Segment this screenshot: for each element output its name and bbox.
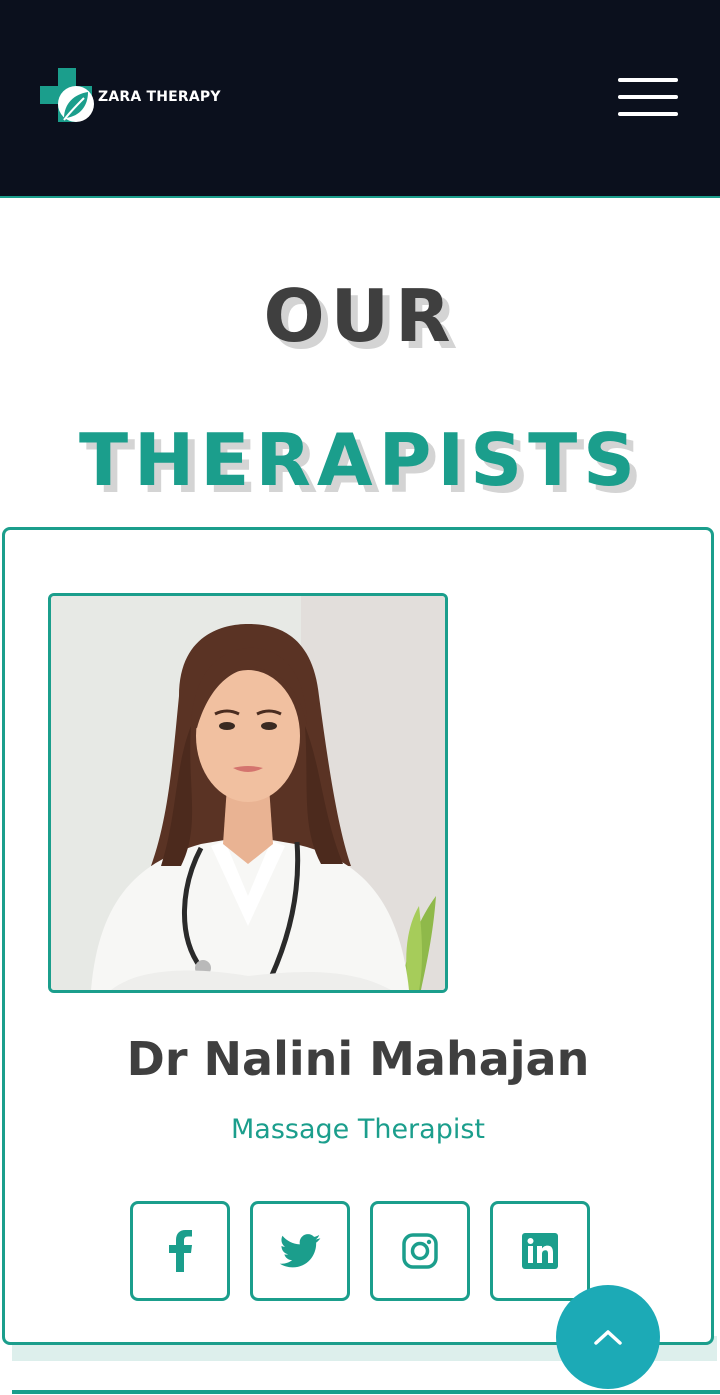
linkedin-icon bbox=[522, 1233, 558, 1269]
facebook-button[interactable] bbox=[130, 1201, 230, 1301]
chevron-up-icon bbox=[594, 1330, 622, 1345]
therapist-role: Massage Therapist bbox=[230, 1114, 485, 1145]
therapist-name: Dr Nalini Mahajan bbox=[126, 1032, 590, 1086]
instagram-button[interactable] bbox=[370, 1201, 470, 1301]
twitter-icon bbox=[279, 1234, 321, 1268]
site-header: ZARA THERAPY bbox=[0, 0, 720, 198]
therapist-photo bbox=[48, 593, 448, 993]
menu-bar bbox=[618, 95, 678, 99]
next-card-edge bbox=[12, 1390, 720, 1394]
menu-bar bbox=[618, 112, 678, 116]
brand-logo[interactable]: ZARA THERAPY bbox=[38, 66, 221, 128]
linkedin-button[interactable] bbox=[490, 1201, 590, 1301]
therapist-card: Dr Nalini Mahajan Massage Therapist bbox=[2, 527, 714, 1345]
section-title-line2: THERAPISTS bbox=[78, 418, 642, 503]
menu-bar bbox=[618, 78, 678, 82]
social-links bbox=[130, 1201, 590, 1301]
section-title-line1: OUR bbox=[263, 274, 457, 359]
twitter-button[interactable] bbox=[250, 1201, 350, 1301]
facebook-icon bbox=[169, 1230, 192, 1272]
instagram-icon bbox=[402, 1233, 438, 1269]
brand-name: ZARA THERAPY bbox=[98, 89, 221, 105]
hamburger-menu-icon[interactable] bbox=[616, 76, 680, 118]
scroll-to-top-button[interactable] bbox=[556, 1285, 660, 1389]
medical-cross-leaf-icon bbox=[40, 68, 94, 122]
